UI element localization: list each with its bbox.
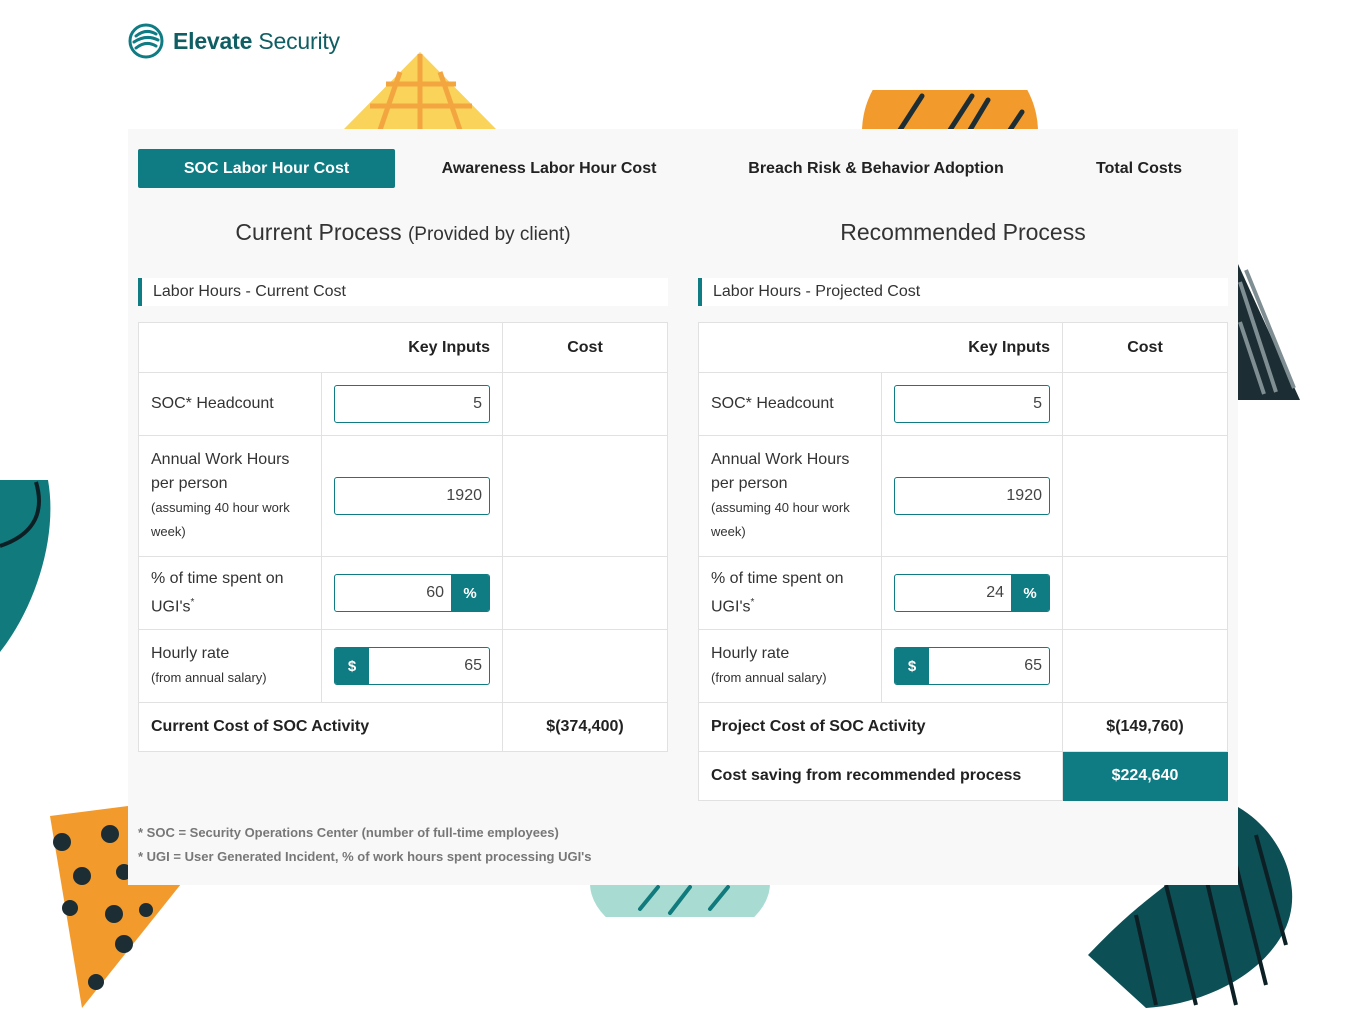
cost-saving-value: $224,640 <box>1062 751 1228 801</box>
annual-hours-label: Annual Work Hours per person (assuming 40… <box>138 435 322 557</box>
brand-name: Elevate Security <box>173 27 340 54</box>
ugi-time-label: % of time spent on UGI's* <box>138 556 322 630</box>
hourly-rate-cost <box>502 629 668 703</box>
calculator-panel: SOC Labor Hour Cost Awareness Labor Hour… <box>128 129 1238 885</box>
percent-addon: % <box>451 575 489 611</box>
tab-soc-labor-hour-cost[interactable]: SOC Labor Hour Cost <box>138 149 395 188</box>
recommended-process-title: Recommended Process <box>840 219 1086 245</box>
hourly-rate-input[interactable]: $65 <box>334 647 490 685</box>
footnotes: * SOC = Security Operations Center (numb… <box>138 821 592 869</box>
hourly-rate-label: Hourly rate (from annual salary) <box>698 629 882 703</box>
current-process-title: Current Process (Provided by client) <box>235 219 571 245</box>
dark-triangle-decoration <box>1238 264 1300 400</box>
recommended-cost-table: Key Inputs Cost SOC* Headcount 5 Annual … <box>698 322 1228 801</box>
dollar-addon: $ <box>895 648 929 684</box>
elevate-logo-icon <box>128 23 164 59</box>
footnote-soc: * SOC = Security Operations Center (numb… <box>138 825 559 840</box>
annual-hours-cost <box>1062 435 1228 557</box>
headcount-cost <box>1062 372 1228 436</box>
orange-circle-decoration <box>862 90 1038 132</box>
hourly-rate-input[interactable]: $65 <box>894 647 1050 685</box>
tab-awareness-labor-hour-cost[interactable]: Awareness Labor Hour Cost <box>418 149 680 188</box>
headcount-label: SOC* Headcount <box>138 372 322 436</box>
percent-addon: % <box>1011 575 1049 611</box>
annual-hours-cost <box>502 435 668 557</box>
mint-circle-decoration <box>590 883 770 917</box>
ugi-time-cost <box>502 556 668 630</box>
cost-header: Cost <box>502 322 668 373</box>
ugi-time-label: % of time spent on UGI's* <box>698 556 882 630</box>
headcount-input[interactable]: 5 <box>894 385 1050 423</box>
annual-hours-input[interactable]: 1920 <box>334 477 490 515</box>
recommended-total-label: Project Cost of SOC Activity <box>698 702 1063 752</box>
cost-saving-label: Cost saving from recommended process <box>698 751 1063 801</box>
dollar-addon: $ <box>335 648 369 684</box>
key-inputs-header: Key Inputs <box>698 322 1063 373</box>
hourly-rate-note: (from annual salary) <box>151 670 267 685</box>
headcount-input[interactable]: 5 <box>334 385 490 423</box>
recommended-total-value: $(149,760) <box>1062 702 1228 752</box>
tab-total-costs[interactable]: Total Costs <box>1078 149 1200 188</box>
headcount-label: SOC* Headcount <box>698 372 882 436</box>
recommended-section-header: Labor Hours - Projected Cost <box>698 278 1228 306</box>
brand-logo: Elevate Security <box>127 22 340 60</box>
tab-breach-risk-behavior-adoption[interactable]: Breach Risk & Behavior Adoption <box>728 149 1024 188</box>
ugi-time-cost <box>1062 556 1228 630</box>
ugi-time-input[interactable]: 24% <box>894 574 1050 612</box>
annual-hours-note: (assuming 40 hour work week) <box>151 500 290 539</box>
annual-hours-label: Annual Work Hours per person (assuming 40… <box>698 435 882 557</box>
hourly-rate-label: Hourly rate (from annual salary) <box>138 629 322 703</box>
current-total-value: $(374,400) <box>502 702 668 752</box>
footnote-ugi: * UGI = User Generated Incident, % of wo… <box>138 849 592 864</box>
key-inputs-header: Key Inputs <box>138 322 503 373</box>
current-section-header: Labor Hours - Current Cost <box>138 278 668 306</box>
current-process-subtitle: (Provided by client) <box>407 224 571 245</box>
annual-hours-note: (assuming 40 hour work week) <box>711 500 850 539</box>
ugi-time-input[interactable]: 60% <box>334 574 490 612</box>
hourly-rate-cost <box>1062 629 1228 703</box>
cost-header: Cost <box>1062 322 1228 373</box>
tab-bar: SOC Labor Hour Cost Awareness Labor Hour… <box>138 149 1228 188</box>
headcount-cost <box>502 372 668 436</box>
hourly-rate-note: (from annual salary) <box>711 670 827 685</box>
current-cost-table: Key Inputs Cost SOC* Headcount 5 Annual … <box>138 322 668 752</box>
teal-shape-decoration <box>0 480 51 652</box>
current-total-label: Current Cost of SOC Activity <box>138 702 503 752</box>
yellow-triangle-decoration <box>343 52 497 131</box>
annual-hours-input[interactable]: 1920 <box>894 477 1050 515</box>
